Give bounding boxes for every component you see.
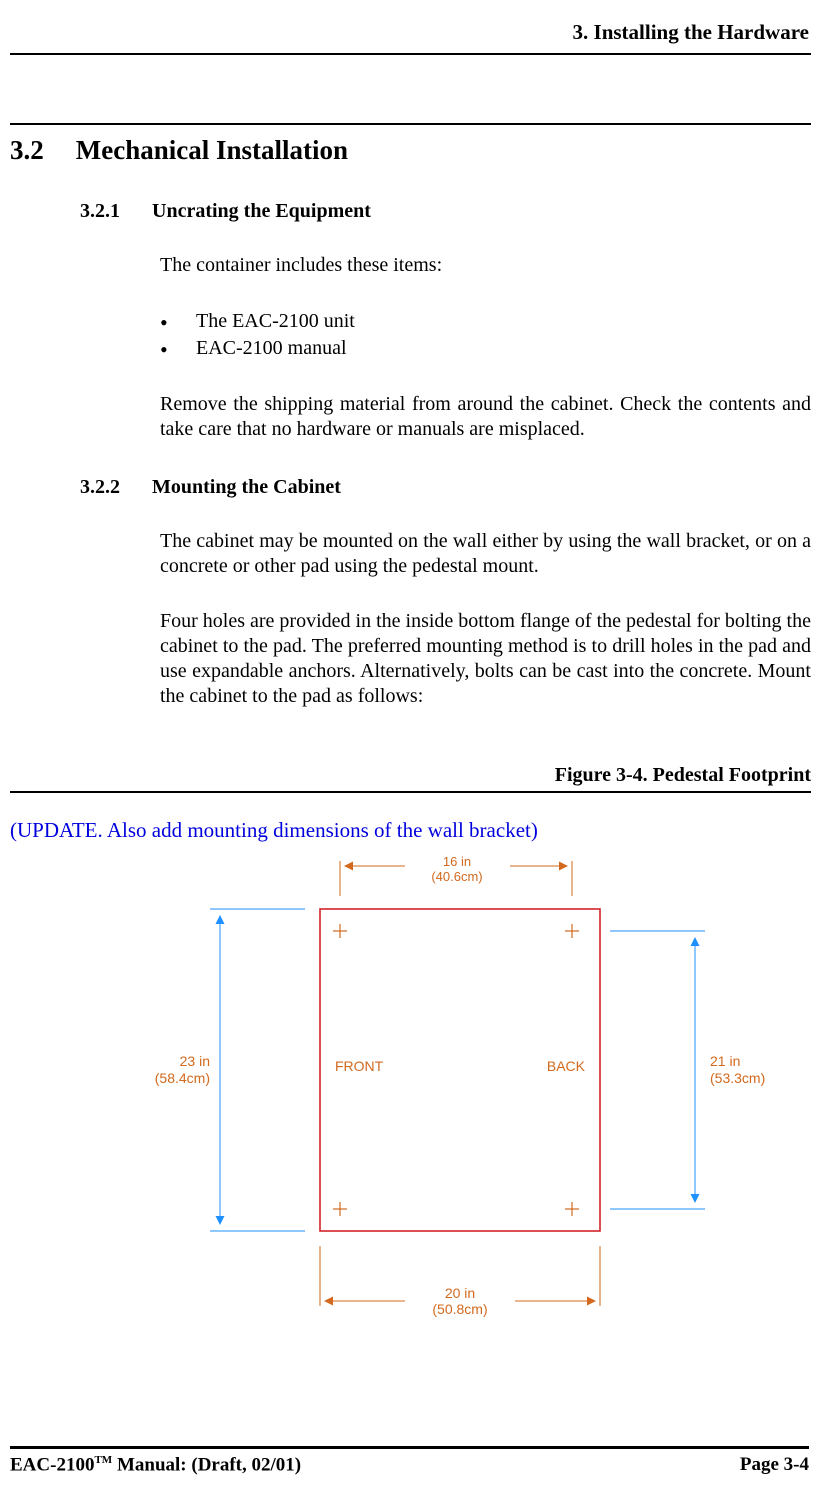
page-footer: EAC-2100TM Manual: (Draft, 02/01) Page 3… (10, 1446, 809, 1476)
section-number: 3.2 (10, 135, 44, 166)
right-dim-in: 21 in (710, 1053, 740, 1069)
figure-title-container: Figure 3-4. Pedestal Footprint (10, 764, 811, 793)
right-dim-cm: (53.3cm) (710, 1070, 765, 1086)
list-item-text: EAC-2100 manual (196, 337, 347, 359)
trademark-symbol: TM (94, 1454, 112, 1466)
left-dim-cm: (58.4cm) (155, 1070, 210, 1086)
section-heading: 3.2 Mechanical Installation (10, 123, 811, 166)
left-dim-in: 23 in (180, 1053, 210, 1069)
paragraph: Remove the shipping material from around… (10, 392, 811, 442)
top-dim-in: 16 in (443, 854, 471, 869)
back-label: BACK (547, 1058, 586, 1074)
paragraph: The cabinet may be mounted on the wall e… (10, 529, 811, 579)
subsection-3-2-2: 3.2.2 Mounting the Cabinet (10, 476, 811, 499)
subsection-title: Uncrating the Equipment (152, 200, 371, 223)
manual-reference: EAC-2100TM Manual: (Draft, 02/01) (10, 1454, 301, 1476)
top-dim-cm: (40.6cm) (431, 869, 482, 884)
update-note: (UPDATE. Also add mounting dimensions of… (10, 818, 811, 843)
pedestal-footprint-diagram: 16 in (40.6cm) 23 in (58.4cm) 21 in (53.… (10, 846, 800, 1366)
chapter-title: 3. Installing the Hardware (573, 20, 809, 44)
front-label: FRONT (335, 1058, 384, 1074)
manual-ref-suffix: Manual: (Draft, 02/01) (112, 1454, 301, 1475)
list-item: The EAC-2100 unit (160, 308, 811, 335)
list-item: EAC-2100 manual (160, 335, 811, 362)
subsection-3-2-1: 3.2.1 Uncrating the Equipment (10, 200, 811, 223)
items-list: The EAC-2100 unit EAC-2100 manual (10, 308, 811, 362)
subsection-title: Mounting the Cabinet (152, 476, 341, 499)
intro-paragraph: The container includes these items: (10, 253, 811, 278)
subsection-number: 3.2.1 (80, 200, 120, 223)
list-item-text: The EAC-2100 unit (196, 310, 355, 332)
bottom-dim-cm: (50.8cm) (432, 1301, 487, 1317)
page-number: Page 3-4 (740, 1454, 809, 1476)
bottom-dim-in: 20 in (445, 1285, 475, 1301)
paragraph: Four holes are provided in the inside bo… (10, 609, 811, 709)
chapter-header: 3. Installing the Hardware (10, 20, 811, 55)
manual-ref-prefix: EAC-2100 (10, 1454, 94, 1475)
figure-title: Figure 3-4. Pedestal Footprint (10, 764, 811, 791)
subsection-number: 3.2.2 (80, 476, 120, 499)
section-title: Mechanical Installation (76, 135, 348, 166)
